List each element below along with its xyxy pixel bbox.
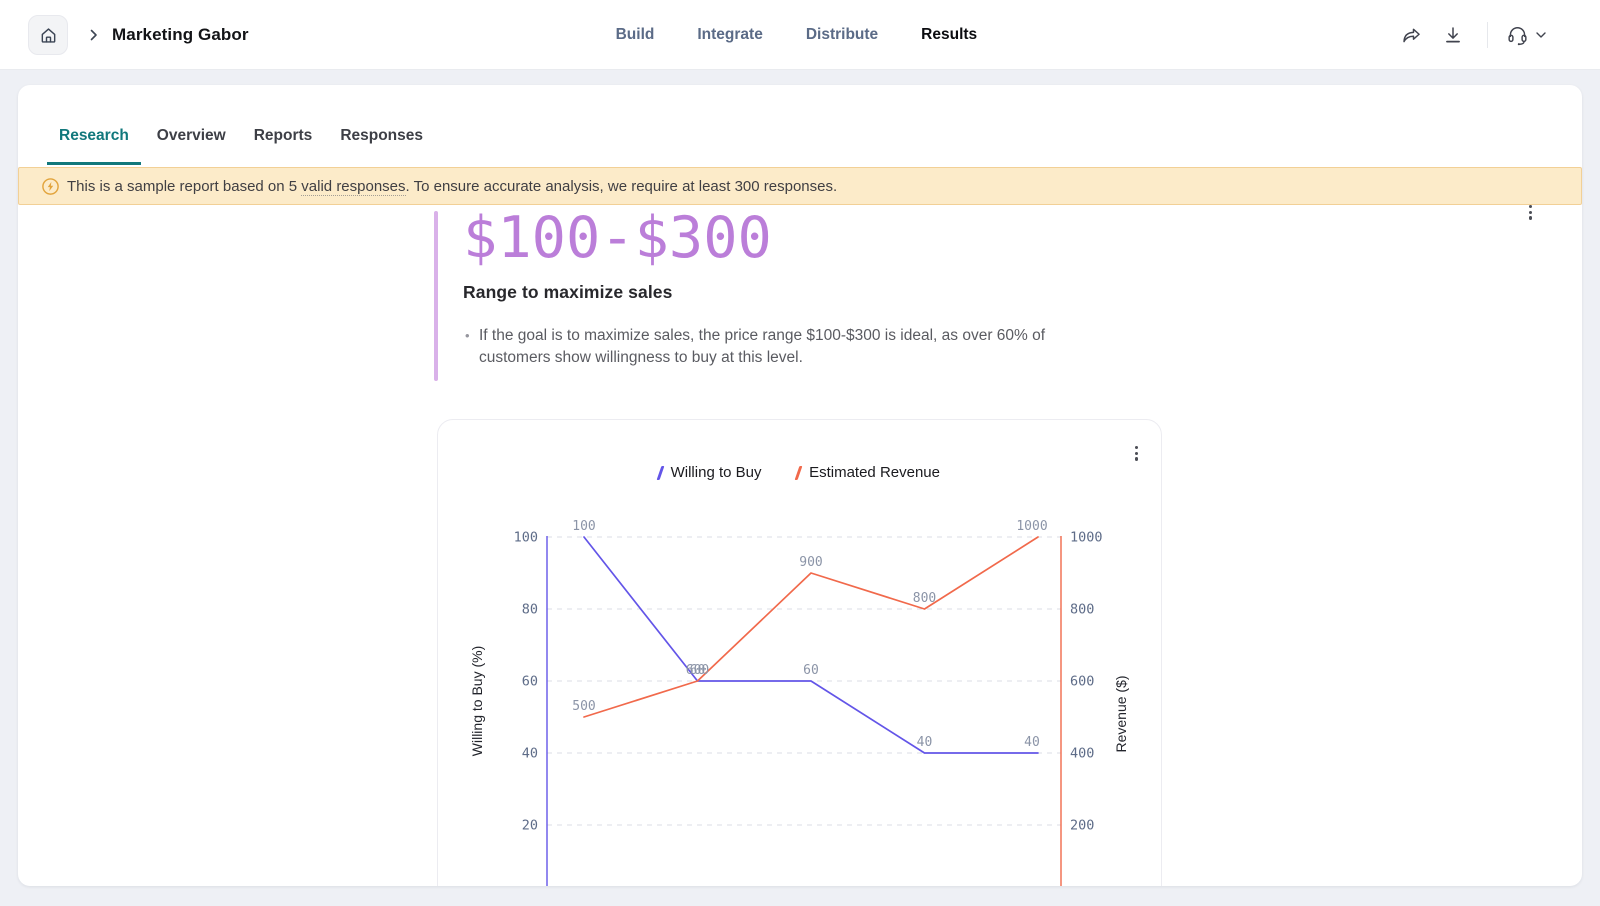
insight-bullet: If the goal is to maximize sales, the pr… (465, 325, 1085, 369)
share-icon (1401, 25, 1422, 46)
accent-bar (434, 211, 438, 381)
tab-responses[interactable]: Responses (328, 109, 435, 165)
nav-distribute[interactable]: Distribute (806, 26, 878, 44)
download-button[interactable] (1437, 19, 1469, 51)
nav-build[interactable]: Build (616, 26, 655, 44)
svg-text:1000: 1000 (1016, 519, 1047, 534)
headset-icon (1506, 24, 1529, 47)
svg-text:80: 80 (522, 602, 538, 618)
valid-responses-link[interactable]: valid responses (301, 178, 405, 196)
svg-text:20: 20 (522, 818, 538, 834)
insight-subtitle: Range to maximize sales (463, 282, 1194, 303)
tab-overview-label: Overview (157, 127, 226, 145)
tab-overview[interactable]: Overview (145, 109, 238, 165)
svg-text:100: 100 (514, 530, 538, 546)
breadcrumb: Marketing Gabor (28, 0, 249, 70)
nav-results[interactable]: Results (921, 26, 977, 44)
legend-slash-icon (657, 466, 664, 480)
chevron-down-icon (1536, 32, 1546, 38)
banner-text: This is a sample report based on 5 valid… (67, 178, 837, 195)
svg-text:400: 400 (1070, 746, 1094, 762)
svg-text:40: 40 (522, 746, 538, 762)
legend-item-estimated-revenue[interactable]: Estimated Revenue (797, 464, 940, 481)
download-icon (1443, 25, 1463, 45)
lightning-circle-icon (41, 177, 60, 196)
tab-research[interactable]: Research (47, 109, 141, 165)
legend-slash-icon (795, 466, 802, 480)
dual-axis-line-chart: 1001000808006060040400202001006060404050… (438, 420, 1161, 886)
svg-text:200: 200 (1070, 818, 1094, 834)
share-button[interactable] (1395, 19, 1427, 51)
home-button[interactable] (28, 15, 68, 55)
support-button[interactable] (1506, 24, 1546, 47)
breadcrumb-title[interactable]: Marketing Gabor (112, 25, 249, 45)
legend-label: Estimated Revenue (809, 464, 940, 481)
tab-research-label: Research (59, 127, 129, 145)
svg-text:40: 40 (917, 735, 933, 750)
insight-headline: $100-$300 (463, 205, 1194, 271)
tab-responses-label: Responses (340, 127, 423, 145)
svg-text:1000: 1000 (1070, 530, 1103, 546)
topbar-actions (1395, 0, 1546, 70)
tab-reports[interactable]: Reports (242, 109, 325, 165)
svg-text:100: 100 (572, 519, 595, 534)
svg-text:900: 900 (799, 555, 822, 570)
chart-legend: Willing to Buy Estimated Revenue (438, 464, 1161, 481)
legend-label: Willing to Buy (671, 464, 762, 481)
insight-section: $100-$300 Range to maximize sales If the… (434, 205, 1194, 369)
svg-text:60: 60 (522, 674, 538, 690)
svg-text:800: 800 (1070, 602, 1094, 618)
svg-text:600: 600 (686, 663, 709, 678)
nav-integrate[interactable]: Integrate (697, 26, 762, 44)
svg-text:Revenue ($): Revenue ($) (1113, 675, 1129, 752)
tab-reports-label: Reports (254, 127, 313, 145)
home-icon (39, 26, 58, 45)
svg-text:500: 500 (572, 699, 595, 714)
svg-text:40: 40 (1024, 735, 1040, 750)
legend-item-willing-to-buy[interactable]: Willing to Buy (659, 464, 761, 481)
svg-text:600: 600 (1070, 674, 1094, 690)
chart-card: 1001000808006060040400202001006060404050… (437, 419, 1162, 886)
sample-warning-banner: This is a sample report based on 5 valid… (18, 167, 1582, 205)
chart-menu-button[interactable] (1131, 442, 1142, 465)
report-tabs-row: Research Overview Reports Responses (18, 85, 1582, 165)
insight-bullets: If the goal is to maximize sales, the pr… (465, 325, 1085, 369)
svg-text:Willing to Buy (%): Willing to Buy (%) (469, 646, 485, 756)
main-nav: Build Integrate Distribute Results (616, 0, 978, 70)
topbar: Marketing Gabor Build Integrate Distribu… (0, 0, 1600, 70)
report-card: Research Overview Reports Responses This… (18, 85, 1582, 886)
svg-text:60: 60 (690, 663, 706, 678)
report-tabs: Research Overview Reports Responses (47, 109, 435, 165)
svg-text:800: 800 (913, 591, 936, 606)
svg-text:60: 60 (803, 663, 819, 678)
chevron-right-icon (90, 29, 98, 41)
divider (1487, 22, 1488, 48)
